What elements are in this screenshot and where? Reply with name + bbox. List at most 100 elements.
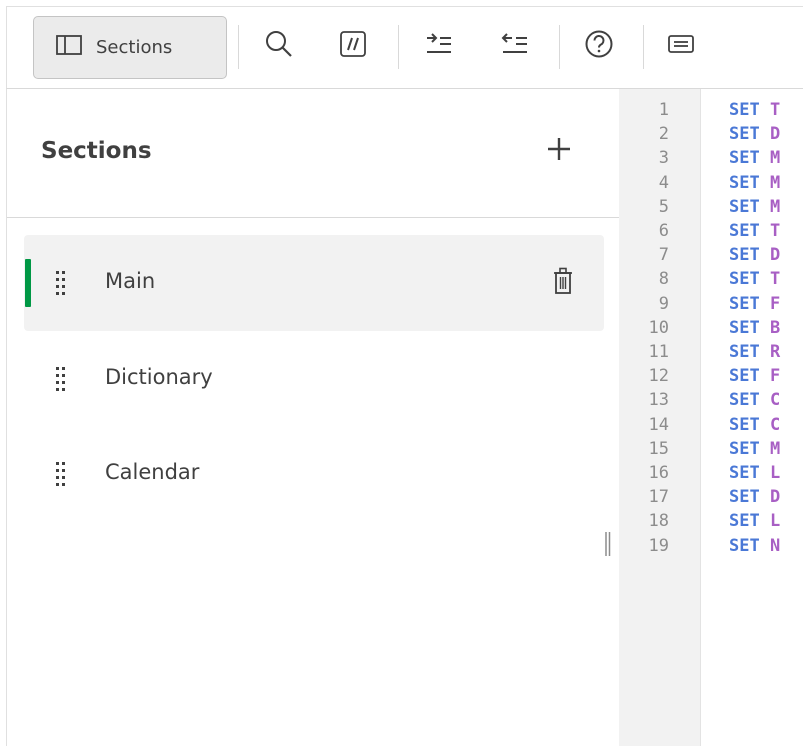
code-keyword: SET: [729, 487, 760, 508]
toolbar-divider: [559, 25, 560, 69]
section-item-main[interactable]: Main: [24, 235, 604, 331]
line-number: 7: [658, 245, 669, 266]
section-item-calendar[interactable]: Calendar: [24, 426, 604, 522]
line-number: 10: [648, 317, 669, 338]
line-number: 3: [658, 148, 669, 169]
code-variable: L: [770, 511, 781, 532]
line-number: 12: [648, 366, 669, 387]
toolbar-divider: [643, 25, 644, 69]
outdent-button[interactable]: [497, 28, 533, 64]
code-line[interactable]: 10 SET B: [619, 318, 803, 342]
code-keyword: SET: [729, 124, 760, 145]
line-number: 1: [658, 100, 669, 120]
code-line[interactable]: 11 SET R: [619, 342, 803, 366]
delete-section-button[interactable]: [550, 267, 576, 299]
line-number: 19: [648, 535, 669, 556]
code-keyword: SET: [729, 463, 760, 483]
toolbar-divider: [238, 25, 239, 69]
line-number: 2: [658, 124, 669, 145]
code-line[interactable]: 7 SET D: [619, 245, 803, 269]
code-keyword: SET: [729, 245, 760, 266]
code-variable: C: [770, 414, 781, 435]
code-line[interactable]: 8 SET T: [619, 269, 803, 293]
active-section-indicator: [25, 259, 31, 307]
code-keyword: SET: [729, 366, 760, 387]
code-line[interactable]: 14 SET C: [619, 415, 803, 439]
code-line[interactable]: 15 SET M: [619, 439, 803, 463]
code-keyword: SET: [729, 342, 760, 362]
sections-panel-header: Sections: [7, 89, 620, 218]
code-variable: M: [770, 172, 781, 193]
sidebar-panel-icon: [56, 35, 82, 60]
help-icon: [584, 29, 614, 63]
code-line[interactable]: 13 SET C: [619, 390, 803, 414]
drag-handle-icon[interactable]: [56, 271, 66, 295]
code-keyword: SET: [729, 269, 760, 290]
line-number: 6: [658, 221, 669, 241]
line-number: 17: [648, 487, 669, 508]
code-keyword: SET: [729, 196, 760, 217]
code-line[interactable]: 9 SET F: [619, 294, 803, 318]
toolbar-divider: [398, 25, 399, 69]
code-variable: T: [770, 221, 781, 241]
trash-icon: [553, 267, 573, 299]
code-variable: N: [770, 535, 781, 556]
drag-handle-icon[interactable]: [56, 367, 66, 391]
code-keyword: SET: [729, 100, 760, 120]
code-variable: D: [770, 245, 781, 266]
code-variable: T: [770, 100, 781, 120]
line-number: 11: [648, 342, 669, 362]
panel-title: Sections: [41, 138, 152, 164]
section-item-dictionary[interactable]: Dictionary: [24, 331, 604, 427]
indent-icon: [425, 32, 453, 60]
line-number: 14: [648, 414, 669, 435]
line-number: 4: [658, 172, 669, 193]
help-button[interactable]: [581, 28, 617, 64]
section-label: Calendar: [105, 460, 200, 484]
code-keyword: SET: [729, 317, 760, 338]
keyboard-icon: [668, 34, 694, 58]
code-variable: B: [770, 317, 781, 338]
code-line[interactable]: 3 SET M: [619, 148, 803, 172]
drag-handle-icon[interactable]: [56, 462, 66, 486]
code-keyword: SET: [729, 414, 760, 435]
search-icon: [264, 29, 294, 63]
code-line[interactable]: 6 SET T: [619, 221, 803, 245]
code-variable: L: [770, 463, 781, 483]
code-line[interactable]: 18 SET L: [619, 511, 803, 535]
add-section-button[interactable]: [540, 132, 578, 170]
line-number: 15: [648, 438, 669, 459]
keyboard-button[interactable]: [663, 28, 699, 64]
panel-resize-handle[interactable]: [604, 532, 612, 556]
comment-icon: [340, 31, 366, 61]
code-variable: D: [770, 124, 781, 145]
line-number: 16: [648, 463, 669, 483]
sections-toggle-label: Sections: [96, 37, 173, 58]
code-line[interactable]: 17 SET D: [619, 487, 803, 511]
search-button[interactable]: [261, 28, 297, 64]
sections-panel: Sections Main Dictionary Calendar: [6, 89, 620, 746]
code-variable: M: [770, 438, 781, 459]
code-line[interactable]: 12 SET F: [619, 366, 803, 390]
code-line[interactable]: 4 SET M: [619, 173, 803, 197]
code-line[interactable]: 16 SET L: [619, 463, 803, 487]
code-variable: C: [770, 390, 781, 411]
code-line[interactable]: 5 SET M: [619, 197, 803, 221]
sections-toggle-button[interactable]: Sections: [33, 16, 227, 79]
comment-button[interactable]: [335, 28, 371, 64]
indent-button[interactable]: [421, 28, 457, 64]
code-line[interactable]: 19 SET N: [619, 536, 803, 560]
script-editor[interactable]: 1 SET T 2 SET D 3 SET M 4 SET M 5 SET M 6 SET T 7 SET D 8 SET T…: [619, 89, 803, 746]
line-number: 5: [658, 196, 669, 217]
section-label: Main: [105, 269, 156, 293]
code-keyword: SET: [729, 172, 760, 193]
code-variable: F: [770, 293, 781, 314]
code-keyword: SET: [729, 221, 760, 241]
line-number: 8: [658, 269, 669, 290]
section-label: Dictionary: [105, 365, 213, 389]
code-variable: D: [770, 487, 781, 508]
code-line[interactable]: 1 SET T: [619, 100, 803, 124]
code-keyword: SET: [729, 511, 760, 532]
line-number: 13: [648, 390, 669, 411]
code-line[interactable]: 2 SET D: [619, 124, 803, 148]
